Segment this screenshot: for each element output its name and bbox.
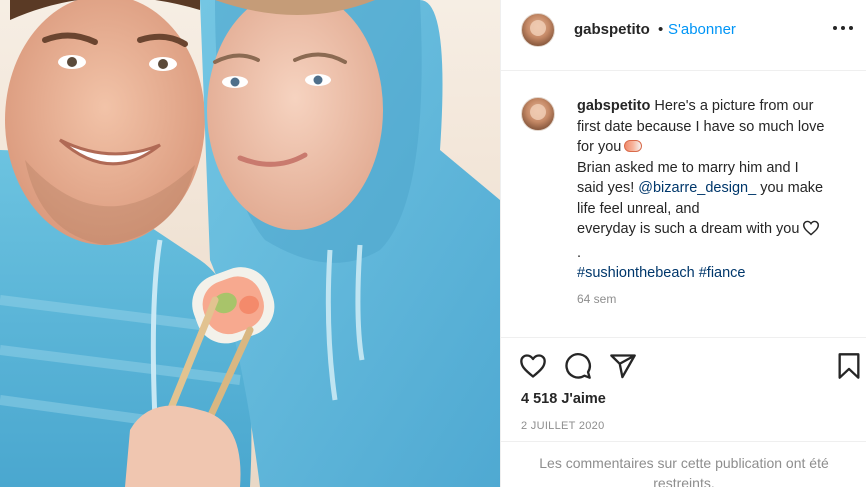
author-username[interactable]: gabspetito — [574, 21, 650, 38]
share-icon[interactable] — [609, 352, 637, 385]
sushi-emoji-icon — [624, 140, 643, 152]
mention-link[interactable]: @bizarre_design_ — [638, 180, 756, 196]
heart-emoji-icon — [802, 220, 820, 243]
follow-separator: • — [658, 21, 664, 38]
couple-selfie-image — [0, 0, 500, 487]
caption-time-ago: 64 sem — [577, 292, 617, 306]
heart-icon[interactable] — [519, 352, 547, 385]
caption-line-6: life feel unreal, and — [577, 200, 700, 217]
caption-line-7: everyday is such a dream with you — [577, 221, 800, 237]
caption-username[interactable]: gabspetito — [577, 98, 650, 114]
caption-author-avatar[interactable] — [521, 97, 555, 131]
likes-count[interactable]: 4 518 J'aime — [521, 391, 606, 407]
caption-line-5-start: said yes! — [577, 180, 635, 196]
caption-line-2: first date because I have so much love — [577, 118, 825, 135]
caption-line-5-end: you make — [760, 180, 824, 196]
comments-restricted-notice: Les commentaires sur cette publication o… — [501, 441, 866, 487]
bookmark-icon[interactable] — [835, 352, 863, 385]
caption-line-3: for you — [577, 139, 622, 155]
comment-icon[interactable] — [564, 352, 592, 385]
caption-line-8: . — [577, 244, 582, 261]
author-avatar[interactable] — [521, 13, 555, 47]
post-photo[interactable] — [0, 0, 500, 487]
post-caption: gabspetito Here's a picture from our fir… — [501, 72, 866, 337]
more-options-icon[interactable] — [831, 18, 855, 38]
post-header: gabspetito • S'abonner — [501, 0, 866, 71]
hashtags-link[interactable]: #sushionthebeach #fiance — [577, 263, 859, 284]
follow-button[interactable]: S'abonner — [668, 21, 736, 38]
caption-line-1: Here's a picture from our — [654, 98, 814, 114]
post-actions: 4 518 J'aime 2 JUILLET 2020 — [501, 337, 866, 441]
post-details-panel: gabspetito • S'abonner gabspetito Here's… — [500, 0, 866, 487]
caption-line-4: Brian asked me to marry him and I — [577, 159, 799, 176]
caption-text: gabspetito Here's a picture from our fir… — [577, 96, 859, 284]
post-date: 2 JUILLET 2020 — [521, 420, 605, 432]
